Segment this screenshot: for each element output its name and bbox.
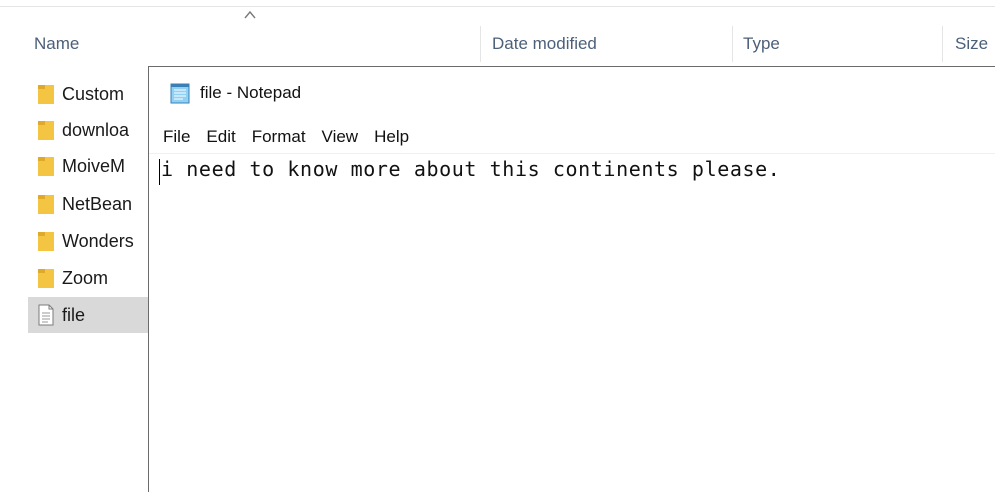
notepad-app-icon: [170, 83, 190, 104]
text-file-icon: [37, 304, 55, 326]
menu-divider: [149, 153, 995, 154]
folder-icon: [37, 193, 55, 215]
folder-icon: [37, 83, 55, 105]
header-top-divider: [0, 6, 995, 7]
file-name: Zoom: [62, 267, 109, 288]
text-caret: [159, 159, 160, 185]
file-name: NetBean: [62, 193, 133, 214]
menu-bar: File Edit Format View Help: [149, 123, 995, 151]
editor-content: i need to know more about this continent…: [161, 157, 781, 181]
column-divider[interactable]: [942, 26, 943, 62]
window-title: file - Notepad: [200, 83, 302, 102]
sort-ascending-icon: [244, 10, 256, 19]
folder-icon: [37, 267, 55, 289]
menu-help[interactable]: Help: [374, 127, 409, 147]
notepad-window[interactable]: file - Notepad File Edit Format View Hel…: [148, 66, 995, 492]
folder-icon: [37, 119, 55, 141]
explorer-column-header: Name Date modified Type Size: [0, 0, 995, 70]
column-divider[interactable]: [480, 26, 481, 62]
column-divider[interactable]: [732, 26, 733, 62]
menu-format[interactable]: Format: [252, 127, 306, 147]
menu-file[interactable]: File: [163, 127, 190, 147]
menu-edit[interactable]: Edit: [206, 127, 235, 147]
file-name: Custom: [62, 83, 125, 104]
notepad-titlebar[interactable]: file - Notepad: [149, 67, 995, 119]
file-name: file: [62, 304, 86, 325]
file-name: MoiveM: [62, 155, 126, 176]
file-name: Wonders: [62, 230, 134, 251]
text-editor[interactable]: i need to know more about this continent…: [149, 155, 995, 492]
column-header-size[interactable]: Size: [955, 32, 988, 56]
column-header-name[interactable]: Name: [34, 32, 79, 56]
file-name: downloa: [62, 119, 130, 140]
column-header-date-modified[interactable]: Date modified: [492, 32, 597, 56]
menu-view[interactable]: View: [322, 127, 359, 147]
folder-icon: [37, 230, 55, 252]
folder-icon: [37, 155, 55, 177]
column-header-type[interactable]: Type: [743, 32, 780, 56]
